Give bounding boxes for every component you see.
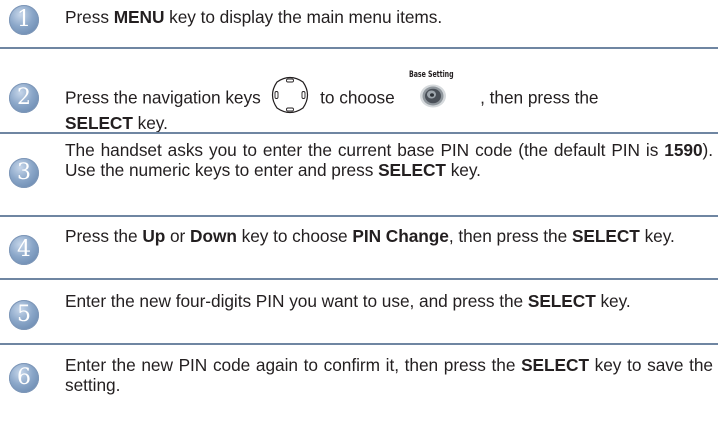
step-text: The handset asks you to enter the curren… <box>65 140 713 180</box>
step-text: Enter the new PIN code again to confirm … <box>65 355 713 395</box>
step-text: Enter the new four-digits PIN you want t… <box>65 291 631 311</box>
step-number-badge: 4 <box>9 235 39 265</box>
step-text: Press MENU key to display the main menu … <box>65 7 443 27</box>
step-number-badge: 5 <box>9 300 39 330</box>
step-number-badge: 1 <box>9 5 39 35</box>
step-1: 1 Press MENU key to display the main men… <box>0 0 718 49</box>
step-number-badge: 6 <box>9 363 39 393</box>
instruction-page: 1 Press MENU key to display the main men… <box>0 0 718 428</box>
step-6: 6 Enter the new PIN code again to confir… <box>0 345 718 428</box>
navigation-keys-icon <box>269 74 311 116</box>
step-4: 4 Press the Up or Down key to choose PIN… <box>0 217 718 280</box>
step-5: 5 Enter the new four-digits PIN you want… <box>0 280 718 345</box>
step-text: Press the Up or Down key to choose PIN C… <box>65 226 675 246</box>
step-text: Press the navigation keys to choose Base… <box>65 70 599 133</box>
step-3: 3 The handset asks you to enter the curr… <box>0 134 718 217</box>
base-setting-caption: Base Setting <box>409 70 454 80</box>
base-setting-icon: Base Setting <box>409 70 465 109</box>
step-number-badge: 2 <box>9 83 39 113</box>
step-2: 2 Press the navigation keys to choose Ba… <box>0 49 718 134</box>
step-number-badge: 3 <box>9 158 39 188</box>
